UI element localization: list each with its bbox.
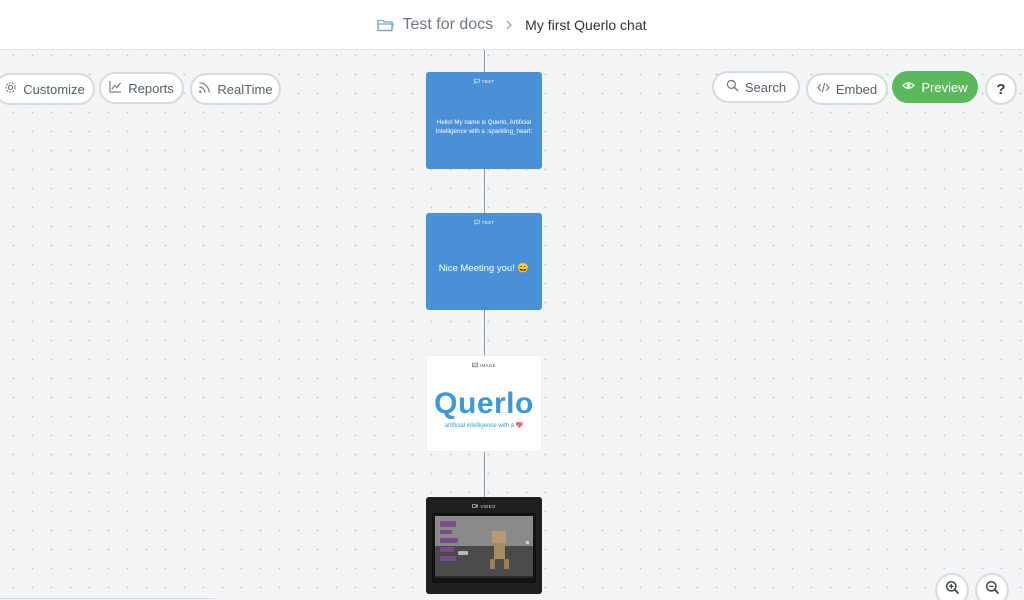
breadcrumb-project-link[interactable]: Test for docs <box>402 16 493 34</box>
search-icon <box>726 79 739 95</box>
node-type-label: IMAGE <box>479 363 496 368</box>
eye-icon <box>902 79 916 95</box>
video-thumbnail <box>432 513 536 583</box>
realtime-label: RealTime <box>217 81 273 97</box>
help-label: ? <box>996 80 1006 98</box>
reports-label: Reports <box>128 80 174 96</box>
folder-icon <box>377 18 395 32</box>
node-type-label: TEXT <box>481 79 495 84</box>
speech-bubble-icon <box>474 219 480 226</box>
zoom-out-button[interactable] <box>975 573 1009 600</box>
customize-button[interactable]: Customize <box>0 73 95 105</box>
chevron-right-icon <box>505 17 513 33</box>
connector-line <box>484 169 485 213</box>
zoom-in-icon <box>945 580 960 600</box>
flow-node-image[interactable]: IMAGE Querlo artificial intelligence wit… <box>426 355 542 452</box>
connector-line <box>484 452 485 497</box>
flow-node-text[interactable]: TEXT Nice Meeting you! 😀 <box>426 213 542 310</box>
breadcrumb: Test for docs My first Querlo chat <box>377 16 647 34</box>
breadcrumb-chat-title: My first Querlo chat <box>525 16 647 33</box>
querlo-logo-image: Querlo artificial intelligence with a 💖 <box>433 374 535 443</box>
flow-node-text[interactable]: TEXT Hello! My name is Querlo, Artificia… <box>426 72 542 169</box>
zoom-out-icon <box>985 580 1000 600</box>
node-type-label: TEXT <box>481 220 495 225</box>
rss-icon <box>198 81 211 97</box>
querlo-logo-tagline: artificial intelligence with a 💖 <box>444 422 524 429</box>
preview-label: Preview <box>921 79 968 95</box>
help-button[interactable]: ? <box>985 73 1017 105</box>
connector-line <box>484 310 485 355</box>
image-icon <box>472 362 478 369</box>
node-type-header: TEXT <box>426 78 542 85</box>
connector-line <box>484 50 485 72</box>
search-button[interactable]: Search <box>712 71 800 103</box>
node-message-text: Nice Meeting you! 😀 <box>438 263 530 274</box>
node-type-header: VIDEO <box>426 503 542 510</box>
search-label: Search <box>744 79 787 95</box>
node-type-header: TEXT <box>426 219 542 226</box>
node-type-label: VIDEO <box>480 504 496 509</box>
node-type-header: IMAGE <box>427 362 541 369</box>
preview-button[interactable]: Preview <box>892 71 978 103</box>
querlo-logo-text: Querlo <box>434 386 534 420</box>
video-camera-icon <box>472 503 479 510</box>
customize-label: Customize <box>23 81 85 97</box>
chart-icon <box>109 80 122 96</box>
embed-label: Embed <box>835 81 878 97</box>
realtime-button[interactable]: RealTime <box>190 73 281 105</box>
zoom-in-button[interactable] <box>935 573 969 600</box>
embed-button[interactable]: Embed <box>806 73 888 105</box>
speech-bubble-icon <box>474 78 480 85</box>
node-message-text: Hello! My name is Querlo, Artificial Int… <box>435 118 533 135</box>
gear-icon <box>4 81 17 97</box>
bottom-divider <box>0 598 215 599</box>
code-icon <box>817 81 830 97</box>
top-bar: Test for docs My first Querlo chat <box>0 0 1024 50</box>
flow-node-video[interactable]: VIDEO <box>426 497 542 594</box>
reports-button[interactable]: Reports <box>99 72 184 104</box>
